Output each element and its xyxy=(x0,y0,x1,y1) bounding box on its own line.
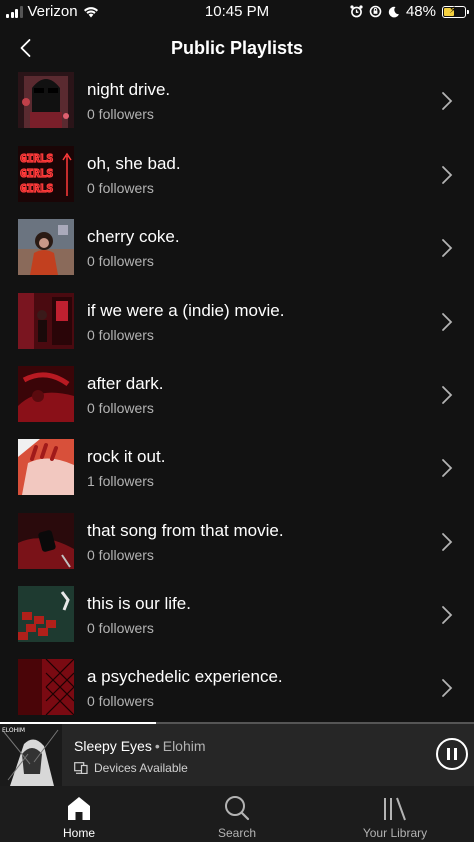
playlist-title: oh, she bad. xyxy=(87,154,181,173)
playlist-title: that song from that movie. xyxy=(87,521,284,540)
playlist-followers: 0 followers xyxy=(87,327,154,343)
playlist-row[interactable]: rock it out. 1 followers xyxy=(0,439,474,513)
chevron-right-icon xyxy=(442,166,453,184)
tab-home[interactable]: Home xyxy=(0,786,158,842)
playlist-followers: 0 followers xyxy=(87,180,154,196)
playlist-title: a psychedelic experience. xyxy=(87,667,283,686)
tab-search[interactable]: Search xyxy=(158,786,316,842)
tab-label: Search xyxy=(217,826,257,840)
chevron-right-icon xyxy=(442,92,453,110)
search-icon xyxy=(225,796,250,821)
chevron-right-icon xyxy=(442,313,453,331)
track-title: Sleepy Eyes xyxy=(74,738,152,754)
playlist-followers: 0 followers xyxy=(87,400,154,416)
chevron-right-icon xyxy=(442,679,453,697)
status-bar: Verizon 10:45 PM 48% ⚡ xyxy=(0,0,474,24)
pause-icon xyxy=(447,748,450,760)
playlist-cover xyxy=(18,586,74,642)
playlist-followers: 0 followers xyxy=(87,693,154,709)
playlist-followers: 0 followers xyxy=(87,547,154,563)
playlist-followers: 1 followers xyxy=(87,473,154,489)
playlist-followers: 0 followers xyxy=(87,253,154,269)
playlist-title: if we were a (indie) movie. xyxy=(87,301,285,320)
alarm-icon xyxy=(350,5,363,18)
playlist-list[interactable]: night drive. 0 followers GIRLS GIRLS GIRLS… xyxy=(0,72,474,722)
playlist-row[interactable]: if we were a (indie) movie. 0 followers xyxy=(0,293,474,367)
playlist-row[interactable]: after dark. 0 followers xyxy=(0,366,474,440)
chevron-right-icon xyxy=(442,459,453,477)
playlist-cover xyxy=(18,659,74,715)
playlist-cover: GIRLS GIRLS GIRLS xyxy=(18,146,74,202)
playlist-row[interactable]: GIRLS GIRLS GIRLS oh, she bad. 0 followers xyxy=(0,146,474,220)
devices-label: Devices Available xyxy=(94,761,188,775)
battery-icon: ⚡ xyxy=(442,5,469,18)
chevron-right-icon xyxy=(442,606,453,624)
playlist-cover xyxy=(18,293,74,349)
devices-available-button[interactable]: Devices Available xyxy=(74,761,188,775)
playlist-cover xyxy=(18,513,74,569)
library-icon xyxy=(384,797,406,821)
track-artist: Elohim xyxy=(162,738,206,754)
playlist-title: this is our life. xyxy=(87,594,191,613)
cover-neon-text: GIRLS xyxy=(20,182,53,195)
playlist-title: after dark. xyxy=(87,374,164,393)
playlist-followers: 0 followers xyxy=(87,106,154,122)
home-icon xyxy=(68,797,90,820)
playback-progress xyxy=(0,722,474,724)
page-title: Public Playlists xyxy=(170,38,304,58)
devices-icon xyxy=(74,762,88,774)
cover-neon-text: GIRLS xyxy=(20,152,53,165)
playlist-row[interactable]: cherry coke. 0 followers xyxy=(0,219,474,293)
playlist-title: rock it out. xyxy=(87,447,166,466)
playlist-title: night drive. xyxy=(87,80,171,99)
tab-bar: Home Search Your Library xyxy=(0,786,474,842)
tab-your-library[interactable]: Your Library xyxy=(316,786,474,842)
tab-label: Home xyxy=(62,826,95,840)
cover-neon-text: GIRLS xyxy=(20,167,53,180)
chevron-right-icon xyxy=(442,239,453,257)
chevron-right-icon xyxy=(442,386,453,404)
now-playing-art[interactable]: ELOHIM xyxy=(0,724,62,786)
playlist-title: cherry coke. xyxy=(87,227,180,246)
rotation-lock-icon xyxy=(369,5,382,18)
playlist-row[interactable]: this is our life. 0 followers xyxy=(0,586,474,660)
playlist-cover xyxy=(18,439,74,495)
status-right: 48% ⚡ xyxy=(350,3,469,20)
playlist-followers: 0 followers xyxy=(87,620,154,636)
playlist-row[interactable]: that song from that movie. 0 followers xyxy=(0,513,474,587)
track-separator: • xyxy=(154,738,160,754)
now-playing-info[interactable]: Sleepy Eyes • Elohim xyxy=(74,738,206,754)
art-label: ELOHIM xyxy=(2,727,25,734)
tab-label: Your Library xyxy=(362,826,428,840)
battery-percent: 48% xyxy=(405,3,436,20)
playlist-row[interactable]: a psychedelic experience. 0 followers xyxy=(0,659,474,722)
mini-player[interactable]: ELOHIM Sleepy Eyes • Elohim Devices Availa… xyxy=(0,722,474,786)
chevron-right-icon xyxy=(442,533,453,551)
playlist-cover xyxy=(18,219,74,275)
playlist-row[interactable]: night drive. 0 followers xyxy=(0,72,474,146)
moon-icon xyxy=(388,6,399,17)
pause-button[interactable] xyxy=(436,738,468,770)
playlist-cover xyxy=(18,366,74,422)
playlist-cover xyxy=(18,72,74,128)
nav-header: Public Playlists xyxy=(0,24,474,72)
